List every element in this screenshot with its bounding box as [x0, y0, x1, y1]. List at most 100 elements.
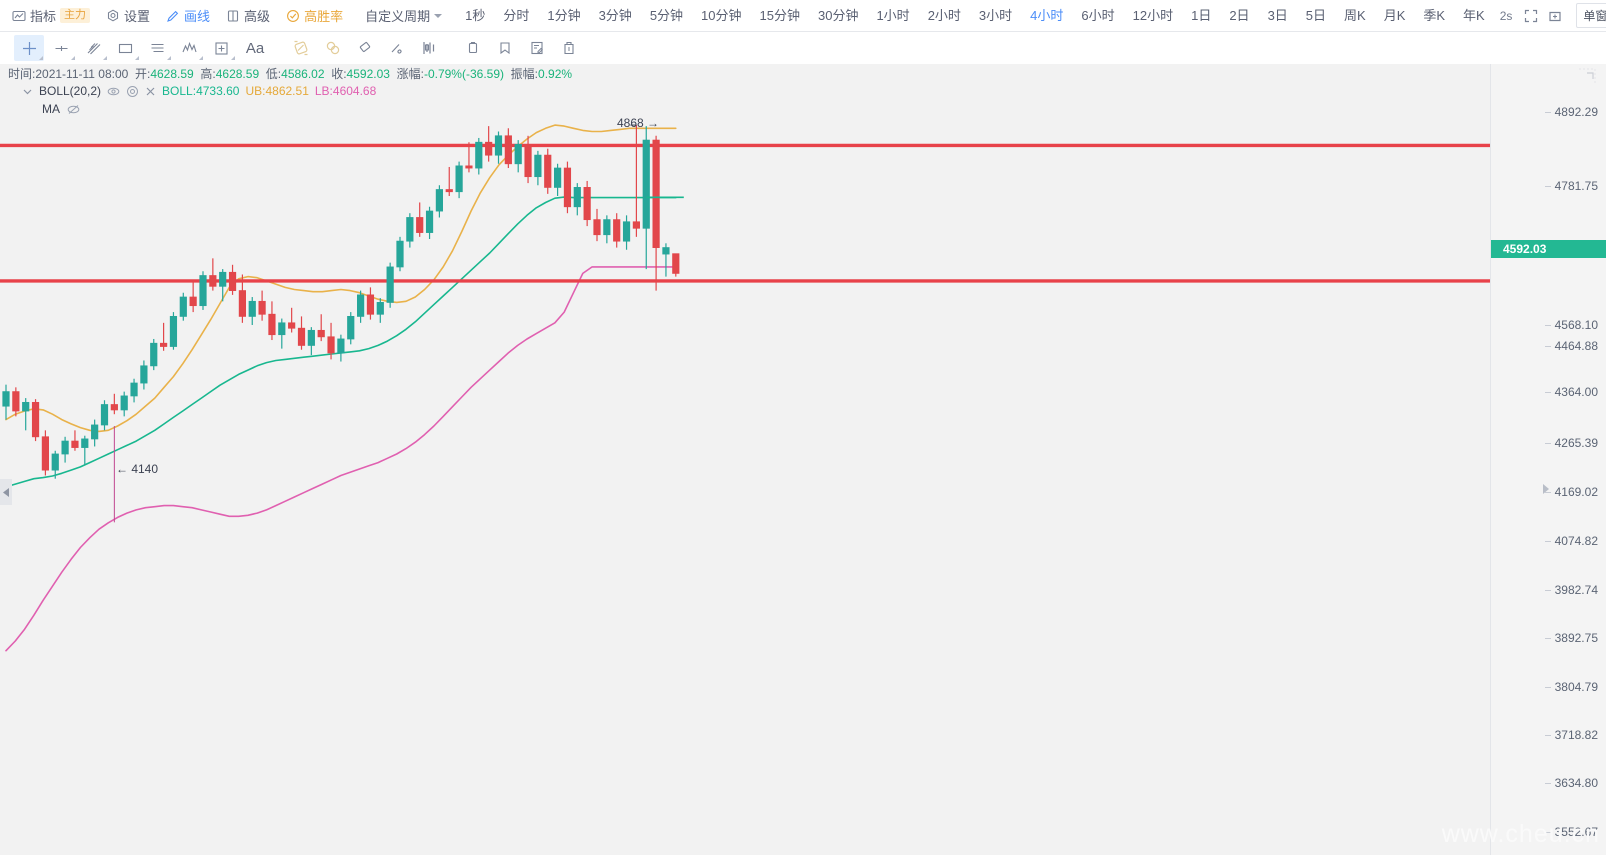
brush-tool-icon[interactable] [382, 35, 412, 61]
scroll-left-handle[interactable] [0, 479, 12, 505]
snapshot-icon[interactable] [1544, 5, 1566, 27]
timeframe-3h[interactable]: 3小时 [970, 0, 1021, 31]
horizontal-line-tool-icon[interactable] [46, 35, 76, 61]
candle[interactable] [396, 236, 404, 272]
candle[interactable] [563, 161, 572, 214]
chart-canvas-area[interactable] [0, 64, 1491, 855]
timeframe-1h[interactable]: 1小时 [867, 0, 918, 31]
trash-icon[interactable] [554, 35, 584, 61]
candle[interactable] [179, 292, 187, 321]
tool-expand-corner[interactable] [199, 56, 203, 60]
legend-row-boll: BOLL(20,2) BOLL:4733.60 UB:4862.51 LB:46… [22, 84, 376, 98]
candle-body [61, 440, 69, 455]
eye-off-icon[interactable] [67, 103, 80, 116]
candle[interactable] [386, 262, 394, 308]
settings-icon[interactable] [126, 85, 139, 98]
timeframe-6h[interactable]: 6小时 [1072, 0, 1123, 31]
fibonacci-tool-icon[interactable] [142, 35, 172, 61]
candle-body [485, 141, 493, 156]
timeframe-5d[interactable]: 5日 [1297, 0, 1335, 31]
candle[interactable] [672, 253, 680, 277]
crosshair-tool-icon[interactable] [14, 35, 44, 61]
toolbar-item-settings[interactable]: 设置 [98, 0, 158, 31]
edit-note-icon[interactable] [522, 35, 552, 61]
elliott-wave-tool-icon[interactable] [174, 35, 204, 61]
candle-body [445, 189, 453, 193]
close-icon[interactable] [145, 86, 156, 97]
main-force-badge[interactable]: 主力 [60, 8, 91, 23]
custom-period-dropdown[interactable]: 自定义周期 [357, 0, 450, 31]
rectangle-tool-icon[interactable] [110, 35, 140, 61]
indicator-name[interactable]: BOLL(20,2) [39, 84, 101, 98]
candle-body [613, 219, 621, 242]
toolbar-item-drawline[interactable]: 画线 [158, 0, 218, 31]
candlestick-plot[interactable] [0, 64, 1491, 855]
toolbar-item-indicator-label: 指标 [30, 9, 57, 24]
tool-expand-corner[interactable] [231, 56, 235, 60]
timeframe-30m[interactable]: 30分钟 [809, 0, 867, 31]
timeframe-5m[interactable]: 5分钟 [641, 0, 692, 31]
candle-body [544, 154, 552, 188]
timeframe-quarterly[interactable]: 季K [1414, 0, 1454, 31]
window-mode-select[interactable]: 单窗口 [1576, 3, 1606, 28]
timeframe-yearly[interactable]: 年K [1454, 0, 1494, 31]
tool-expand-corner[interactable] [39, 56, 43, 60]
timeframe-1m[interactable]: 1分钟 [538, 0, 589, 31]
refresh-interval-label[interactable]: 2s [1494, 9, 1519, 23]
eraser-tool-icon[interactable] [350, 35, 380, 61]
chart-background [0, 64, 1491, 855]
price-tick: 3552.67 [1544, 825, 1598, 839]
chevron-down-icon[interactable] [22, 86, 33, 97]
candle[interactable] [41, 430, 50, 476]
timeframe-3m[interactable]: 3分钟 [590, 0, 641, 31]
tool-expand-corner[interactable] [167, 56, 171, 60]
candle-body [662, 247, 670, 255]
tool-expand-corner[interactable] [135, 56, 139, 60]
candle[interactable] [31, 399, 40, 442]
timeframe-weekly[interactable]: 周K [1335, 0, 1375, 31]
price-axis[interactable]: 4892.294781.754673.714568.104464.884364.… [1490, 64, 1606, 855]
candle[interactable] [169, 312, 178, 350]
lock-drawings-tool-icon[interactable] [318, 35, 348, 61]
ma-indicator-name[interactable]: MA [42, 102, 60, 116]
candle-body [228, 271, 237, 291]
position-tool-icon[interactable] [206, 35, 236, 61]
timeframe-1d[interactable]: 1日 [1182, 0, 1220, 31]
parallel-channel-tool-icon[interactable] [78, 35, 108, 61]
candle-body [573, 187, 581, 208]
timeframe-1s[interactable]: 1秒 [456, 0, 494, 31]
timeframe-15m[interactable]: 15分钟 [751, 0, 809, 31]
eye-icon[interactable] [107, 85, 120, 98]
hide-drawings-icon[interactable] [458, 35, 488, 61]
toolbar-item-advanced[interactable]: 高级 [218, 0, 278, 31]
measure-tool-icon[interactable] [414, 35, 444, 61]
timeframe-monthly[interactable]: 月K [1375, 0, 1415, 31]
candle-body [159, 342, 168, 347]
magnet-tool-icon[interactable] [286, 35, 316, 61]
timeframe-3d[interactable]: 3日 [1259, 0, 1297, 31]
timeframe-timeshare[interactable]: 分时 [494, 0, 538, 31]
candle-body [514, 144, 522, 165]
candle[interactable] [544, 148, 552, 194]
tool-expand-corner[interactable] [71, 56, 75, 60]
candle[interactable] [583, 180, 591, 227]
timeframe-4h[interactable]: 4小时 [1021, 0, 1072, 31]
fullscreen-icon[interactable] [1520, 5, 1542, 27]
tick-dash [1544, 186, 1551, 187]
tick-dash [1544, 590, 1551, 591]
toolbar-item-indicator[interactable]: 指标 主力 [0, 0, 98, 31]
toolbar-item-winrate[interactable]: 高胜率 [278, 0, 351, 31]
tool-expand-corner[interactable] [103, 56, 107, 60]
book-icon [226, 9, 240, 23]
candle[interactable] [199, 271, 207, 310]
indicator-legend: BOLL(20,2) BOLL:4733.60 UB:4862.51 LB:46… [22, 84, 376, 116]
timeframe-2d[interactable]: 2日 [1220, 0, 1258, 31]
timeframe-10m[interactable]: 10分钟 [692, 0, 750, 31]
timeframe-2h[interactable]: 2小时 [919, 0, 970, 31]
current-price-badge[interactable]: 4592.03 [1491, 240, 1606, 258]
candle[interactable] [150, 338, 158, 371]
resize-corner-icon[interactable] [1576, 67, 1598, 92]
text-tool-icon[interactable]: Aa [238, 35, 272, 61]
bookmark-icon[interactable] [490, 35, 520, 61]
timeframe-12h[interactable]: 12小时 [1124, 0, 1182, 31]
